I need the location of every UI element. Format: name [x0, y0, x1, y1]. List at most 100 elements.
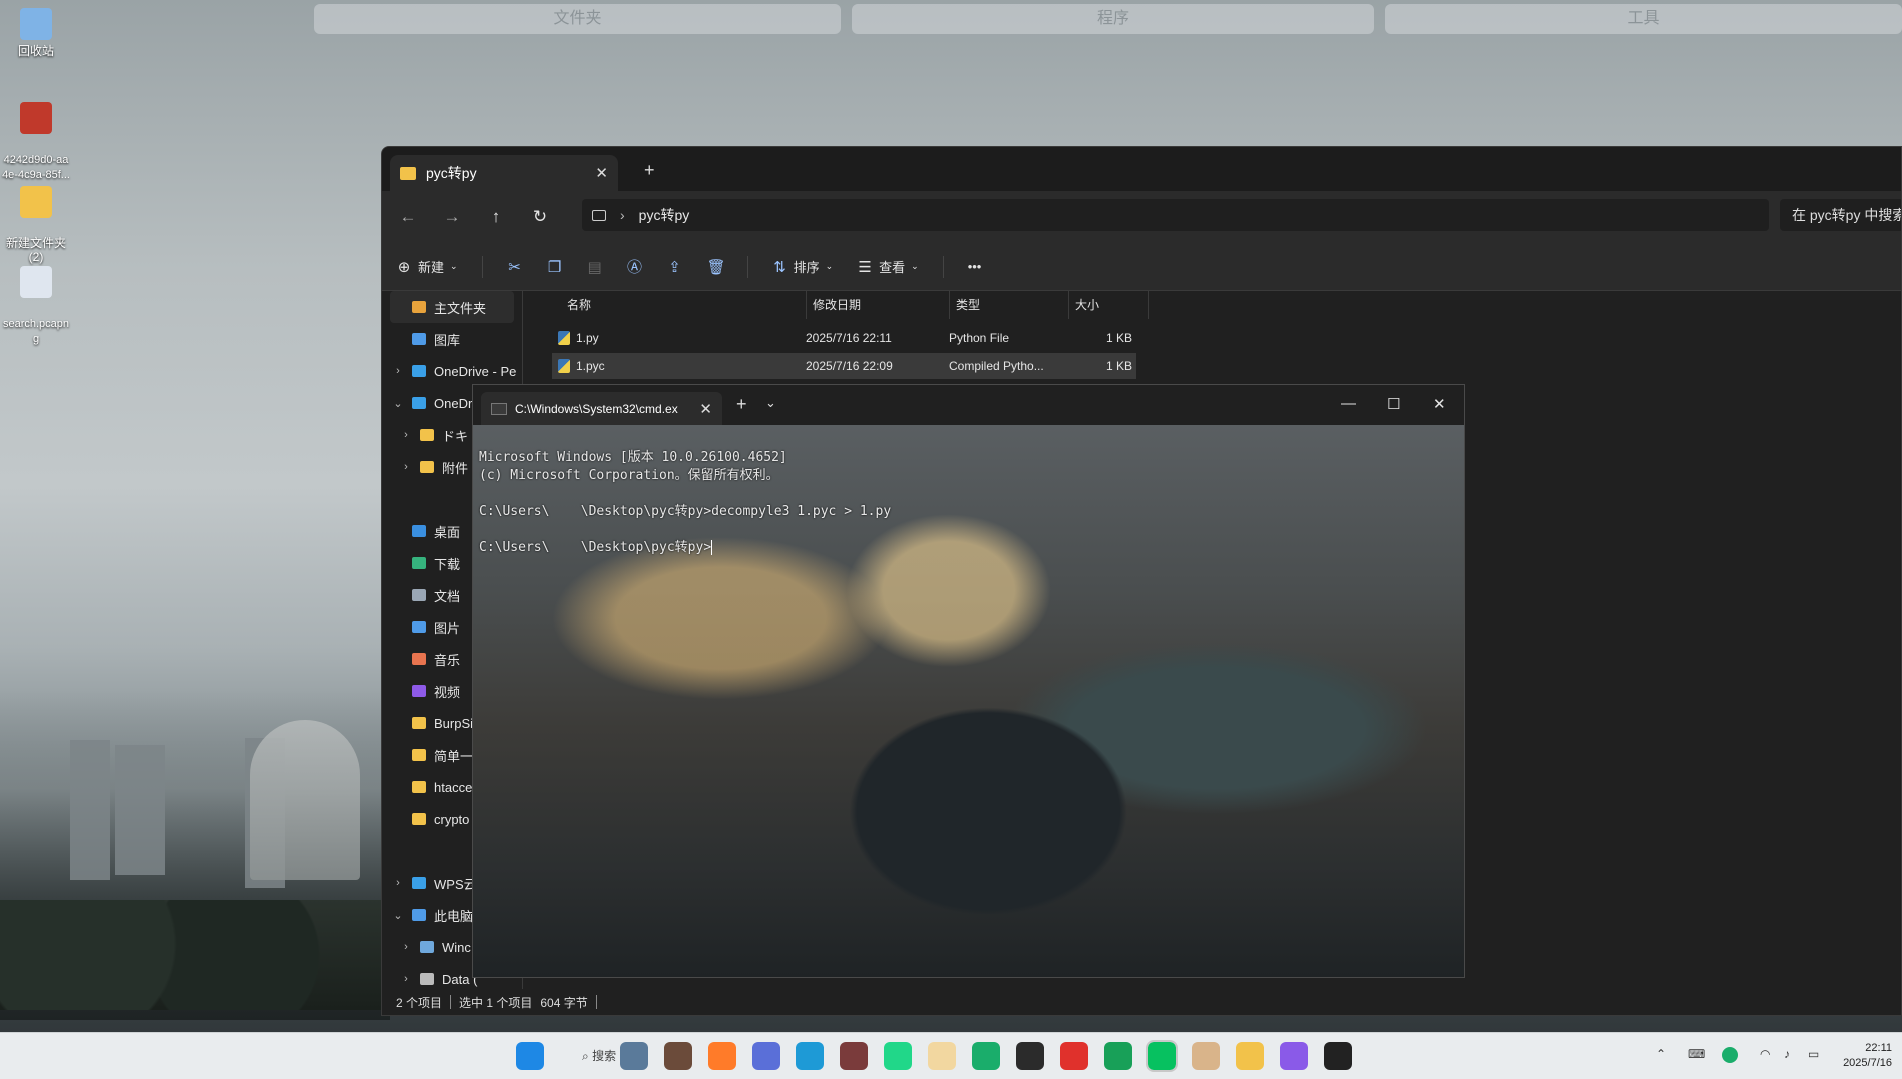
- app-app-icon[interactable]: [664, 1042, 692, 1070]
- ime-icon[interactable]: ⌨: [1688, 1047, 1705, 1061]
- desktop-icon-archive[interactable]: 4242d9d0-aa 4e-4c9a-85f...: [0, 88, 72, 182]
- explorer-app-icon[interactable]: [1236, 1042, 1264, 1070]
- folder-icon: [412, 301, 426, 313]
- group-folder[interactable]: 文件夹: [314, 4, 841, 34]
- address-bar[interactable]: › pyc转py: [582, 199, 1769, 231]
- column-type[interactable]: 类型: [950, 291, 1069, 319]
- trash-icon: 🗑: [706, 258, 726, 276]
- app-app-icon[interactable]: [752, 1042, 780, 1070]
- app-app-icon[interactable]: [1280, 1042, 1308, 1070]
- app-app-icon[interactable]: [1192, 1042, 1220, 1070]
- file-row[interactable]: 1.pyc 2025/7/16 22:09 Compiled Pytho... …: [552, 353, 1136, 379]
- minimize-button[interactable]: —: [1341, 395, 1356, 412]
- cut-button[interactable]: ✂: [507, 258, 523, 276]
- terminal-titlebar[interactable]: C:\Windows\System32\cmd.ex ✕ + ⌄ — ☐ ✕: [473, 385, 1464, 425]
- more-options-button[interactable]: •••: [968, 259, 982, 274]
- file-row[interactable]: 1.py 2025/7/16 22:11 Python File 1 KB: [552, 325, 1136, 351]
- column-date[interactable]: 修改日期: [807, 291, 950, 319]
- clock[interactable]: 22:11 2025/7/16: [1843, 1041, 1892, 1071]
- folder-icon: [412, 685, 426, 697]
- app-app-icon[interactable]: [620, 1042, 648, 1070]
- chevron-right-icon[interactable]: ›: [398, 461, 414, 473]
- refresh-button[interactable]: ↻: [518, 207, 562, 227]
- chevron-down-icon[interactable]: ⌄: [390, 397, 406, 410]
- folder-icon: [412, 845, 426, 857]
- nav-item-label: crypto: [434, 811, 470, 827]
- python-file-icon: [558, 331, 570, 345]
- desktop-icon-label: 回收站: [17, 44, 54, 58]
- netease-app-icon[interactable]: [1060, 1042, 1088, 1070]
- chevron-up-icon[interactable]: ⌃: [1656, 1047, 1666, 1061]
- desktop-icon-pcapng[interactable]: search.pcapn g: [0, 252, 72, 346]
- paste-button[interactable]: ▤: [587, 258, 603, 276]
- winrar-icon: [20, 102, 52, 134]
- up-button[interactable]: ↑: [474, 207, 518, 227]
- terminal-screen[interactable]: Microsoft Windows [版本 10.0.26100.4652] (…: [473, 425, 1464, 977]
- share-button[interactable]: ⇪: [667, 258, 683, 276]
- close-tab-icon[interactable]: ✕: [699, 400, 712, 418]
- chevron-down-icon[interactable]: ⌄: [390, 909, 406, 922]
- copy-button[interactable]: ❐: [547, 258, 563, 276]
- desktop-icon-recycle-bin[interactable]: 回收站: [0, 8, 72, 58]
- wechat-app-icon[interactable]: [1146, 1040, 1178, 1072]
- cmd-icon: [491, 402, 507, 415]
- firefox-app-icon[interactable]: [708, 1042, 736, 1070]
- file-icon: [20, 266, 52, 298]
- terminal-app-icon[interactable]: [1016, 1042, 1044, 1070]
- app-app-icon[interactable]: [972, 1042, 1000, 1070]
- delete-button[interactable]: 🗑: [706, 258, 726, 276]
- close-window-button[interactable]: ✕: [1433, 395, 1446, 413]
- column-size[interactable]: 大小: [1069, 291, 1149, 319]
- group-programs[interactable]: 程序: [852, 4, 1374, 34]
- close-tab-icon[interactable]: ✕: [595, 164, 608, 182]
- file-type: Python File: [949, 331, 1010, 345]
- new-tab-button[interactable]: +: [644, 160, 655, 181]
- battery-icon[interactable]: ▭: [1808, 1047, 1819, 1061]
- rename-button[interactable]: Ⓐ: [627, 256, 643, 277]
- explorer-tab[interactable]: pyc转py ✕: [390, 155, 618, 191]
- edge-app-icon[interactable]: [796, 1042, 824, 1070]
- nav-item[interactable]: 主文件夹: [390, 291, 514, 323]
- new-terminal-tab-button[interactable]: +: [736, 394, 747, 415]
- app-app-icon[interactable]: [840, 1042, 868, 1070]
- chevron-down-icon[interactable]: ⌄: [765, 395, 776, 411]
- app-app-icon[interactable]: [1104, 1042, 1132, 1070]
- nav-item-label: 此电脑: [434, 908, 474, 924]
- column-name[interactable]: 名称: [537, 291, 807, 319]
- wallpaper-tower: [70, 740, 110, 880]
- back-button[interactable]: ←: [386, 207, 430, 227]
- desktop-icon-new-folder[interactable]: 新建文件夹 (2): [0, 172, 72, 264]
- pycharm-app-icon[interactable]: [884, 1042, 912, 1070]
- view-button[interactable]: ☰ 查看 ⌄: [857, 257, 918, 276]
- chevron-right-icon[interactable]: ›: [390, 365, 406, 377]
- nav-item[interactable]: › OneDrive - Pe: [382, 355, 522, 387]
- chevron-right-icon[interactable]: ›: [398, 941, 414, 953]
- start-app-icon[interactable]: [516, 1042, 544, 1070]
- volume-icon[interactable]: ♪: [1784, 1047, 1790, 1061]
- nav-item[interactable]: 图库: [382, 323, 522, 355]
- maximize-button[interactable]: ☐: [1387, 395, 1400, 413]
- selection-count: 选中 1 个项目: [459, 995, 533, 1010]
- wifi-icon[interactable]: ◠: [1760, 1047, 1770, 1061]
- search-input[interactable]: 在 pyc转py 中搜索: [1780, 199, 1901, 231]
- app-app-icon[interactable]: [928, 1042, 956, 1070]
- terminal-tab[interactable]: C:\Windows\System32\cmd.ex ✕: [481, 392, 722, 425]
- app-app-icon[interactable]: [1324, 1042, 1352, 1070]
- taskbar-search[interactable]: ⌕ 搜索: [582, 1047, 616, 1064]
- clock-time: 22:11: [1865, 1042, 1892, 1054]
- file-name-cell: 1.py: [552, 331, 806, 345]
- breadcrumb-current[interactable]: pyc转py: [639, 205, 690, 225]
- chevron-right-icon[interactable]: ›: [390, 877, 406, 889]
- file-size: 1 KB: [1105, 331, 1132, 345]
- nav-item-label: ドキ: [442, 428, 469, 444]
- tray-app-icon[interactable]: [1722, 1047, 1738, 1063]
- group-tools[interactable]: 工具: [1385, 4, 1902, 34]
- forward-button[interactable]: →: [430, 207, 474, 227]
- chevron-right-icon[interactable]: ›: [398, 429, 414, 441]
- folder-icon: [412, 813, 426, 825]
- toolbar-divider: [746, 255, 748, 278]
- sort-button[interactable]: ⇅ 排序 ⌄: [772, 257, 833, 276]
- chevron-right-icon[interactable]: ›: [398, 973, 414, 985]
- new-button[interactable]: ⊕ 新建 ⌄: [396, 257, 458, 276]
- nav-item-label: 文档: [434, 588, 461, 604]
